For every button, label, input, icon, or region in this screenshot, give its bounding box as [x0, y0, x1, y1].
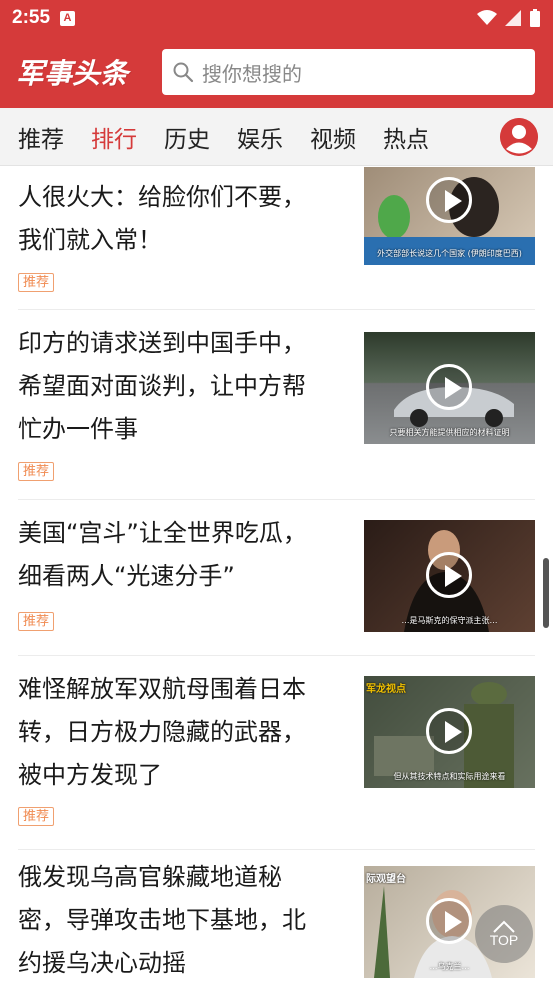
list-item[interactable]: 美国“宫斗”让全世界吃瓜， 细看两人“光速分手” 推荐 …是马斯克的保守派主张…: [18, 512, 535, 642]
title-line: 难怪解放军双航母围着日本: [18, 675, 306, 703]
top-label: TOP: [489, 932, 519, 948]
video-thumbnail[interactable]: 军龙视点 但从其技术特点和实际用途来看: [364, 676, 535, 788]
article-title: 美国“宫斗”让全世界吃瓜， 细看两人“光速分手”: [18, 512, 348, 598]
thumbnail-caption: …乌克兰…: [429, 962, 470, 971]
notification-badge: A: [60, 10, 76, 26]
thumbnail-caption: 只要相关方能提供相应的材料证明: [389, 428, 510, 437]
tab-hot[interactable]: 热点: [383, 120, 429, 154]
thumbnail-caption: 外交部部长说这几个国家 (伊朗印度巴西): [377, 249, 522, 258]
channel-watermark: 际观望台: [366, 874, 406, 885]
title-line: 人很火大：给脸你们不要，: [18, 183, 306, 211]
back-to-top-button[interactable]: TOP: [475, 905, 533, 963]
status-bar: 2:55 A: [0, 0, 553, 36]
title-line: 忙办一件事: [18, 415, 138, 443]
app-header: 军事头条 搜你想搜的: [0, 36, 553, 108]
thumbnail-caption: 但从其技术特点和实际用途来看: [393, 772, 506, 781]
video-thumbnail[interactable]: 只要相关方能提供相应的材料证明: [364, 332, 535, 444]
category-tabs: 推荐 排行 历史 娱乐 视频 热点: [0, 108, 553, 166]
battery-icon: [530, 9, 540, 27]
search-placeholder: 搜你想搜的: [202, 61, 302, 86]
app-logo: 军事头条: [16, 57, 129, 90]
play-icon: [426, 177, 472, 223]
title-line: 希望面对面谈判，让中方帮: [18, 372, 306, 400]
scrollbar[interactable]: [543, 558, 549, 628]
play-icon: [426, 708, 472, 754]
article-title: 难怪解放军双航母围着日本 转，日方极力隐藏的武器， 被中方发现了: [18, 668, 348, 797]
list-item[interactable]: 印方的请求送到中国手中， 希望面对面谈判，让中方帮 忙办一件事 推荐 只要相关方…: [18, 322, 535, 492]
divider: [18, 849, 535, 850]
user-avatar-icon[interactable]: [500, 118, 538, 156]
video-thumbnail[interactable]: 外交部部长说这几个国家 (伊朗印度巴西): [364, 167, 535, 265]
search-input[interactable]: 搜你想搜的: [162, 49, 535, 95]
title-line: 美国“宫斗”让全世界吃瓜，: [18, 519, 307, 547]
divider: [18, 499, 535, 500]
title-line: 密，导弹攻击地下基地，北: [18, 906, 306, 934]
thumbnail-caption: …是马斯克的保守派主张…: [401, 616, 498, 625]
divider: [18, 309, 535, 310]
recommend-badge: 推荐: [18, 273, 55, 292]
title-line: 细看两人“光速分手”: [18, 562, 235, 590]
play-icon: [426, 552, 472, 598]
video-thumbnail[interactable]: …是马斯克的保守派主张…: [364, 520, 535, 632]
article-title: 人很火大：给脸你们不要， 我们就入常！: [18, 176, 348, 262]
tab-video[interactable]: 视频: [310, 120, 356, 154]
title-line: 印方的请求送到中国手中，: [18, 329, 306, 357]
list-item[interactable]: 俄发现乌高官躲藏地道秘 密，导弹攻击地下基地，北 约援乌决心动摇 际观望台 …乌…: [18, 856, 535, 984]
title-line: 俄发现乌高官躲藏地道秘: [18, 863, 282, 891]
divider: [18, 655, 535, 656]
wifi-icon: [477, 10, 497, 25]
play-icon: [426, 898, 472, 944]
article-title: 俄发现乌高官躲藏地道秘 密，导弹攻击地下基地，北 约援乌决心动摇: [18, 856, 348, 984]
recommend-badge: 推荐: [18, 807, 55, 826]
tab-ranking[interactable]: 排行: [91, 120, 137, 154]
tab-history[interactable]: 历史: [164, 120, 210, 154]
title-line: 约援乌决心动摇: [18, 949, 186, 977]
tab-recommend[interactable]: 推荐: [18, 120, 64, 154]
article-title: 印方的请求送到中国手中， 希望面对面谈判，让中方帮 忙办一件事: [18, 322, 348, 451]
title-line: 转，日方极力隐藏的武器，: [18, 718, 306, 746]
recommend-badge: 推荐: [18, 462, 55, 481]
title-line: 被中方发现了: [18, 761, 162, 789]
channel-watermark: 军龙视点: [366, 684, 406, 695]
status-icons: [477, 9, 541, 27]
tab-entertainment[interactable]: 娱乐: [237, 120, 283, 154]
list-item[interactable]: 难怪解放军双航母围着日本 转，日方极力隐藏的武器， 被中方发现了 推荐 军龙视点…: [18, 668, 535, 838]
list-item[interactable]: 人很火大：给脸你们不要， 我们就入常！ 推荐 外交部部长说这几个国家 (伊朗印度…: [18, 167, 535, 306]
play-icon: [426, 364, 472, 410]
status-time: 2:55: [12, 7, 51, 28]
recommend-badge: 推荐: [18, 612, 55, 631]
title-line: 我们就入常！: [18, 226, 162, 254]
search-icon: [173, 62, 194, 83]
signal-icon: [505, 10, 521, 26]
